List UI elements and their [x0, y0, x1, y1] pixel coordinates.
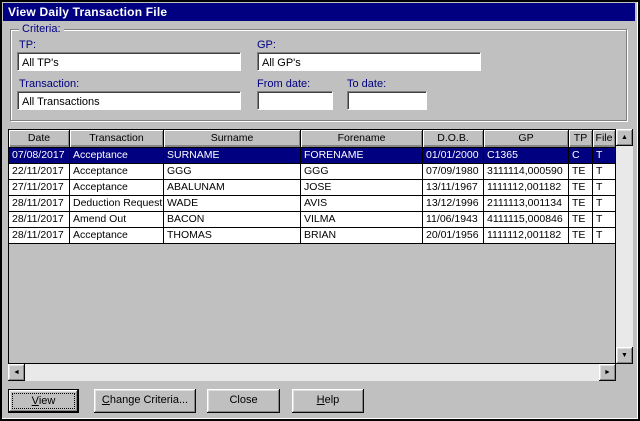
transaction-grid: DateTransactionSurnameForenameD.O.B.GPTP…: [8, 129, 633, 381]
cell: Acceptance: [70, 164, 164, 180]
cell: VILMA: [301, 212, 423, 228]
to-date-label: To date:: [347, 78, 386, 90]
cell: 07/09/1980: [423, 164, 484, 180]
cell: C: [569, 148, 593, 164]
cell: T: [593, 196, 615, 212]
cell: 01/01/2000: [423, 148, 484, 164]
cell: Amend Out: [70, 212, 164, 228]
cell: 28/11/2017: [9, 196, 70, 212]
table-row[interactable]: 27/11/2017AcceptanceABALUNAMJOSE13/11/19…: [9, 180, 615, 196]
cell: THOMAS: [164, 228, 301, 244]
cell: 4111115,000846: [484, 212, 569, 228]
cell: 07/08/2017: [9, 148, 70, 164]
cell: AVIS: [301, 196, 423, 212]
cell: WADE: [164, 196, 301, 212]
tp-input[interactable]: [17, 52, 241, 71]
column-header[interactable]: Transaction: [70, 130, 164, 148]
cell: BACON: [164, 212, 301, 228]
cell: T: [593, 164, 615, 180]
cell: GGG: [301, 164, 423, 180]
cell: 11/06/1943: [423, 212, 484, 228]
cell: T: [593, 180, 615, 196]
view-button[interactable]: View: [8, 389, 79, 413]
cell: SURNAME: [164, 148, 301, 164]
cell: TE: [569, 196, 593, 212]
cell: 1111112,001182: [484, 180, 569, 196]
title-bar: View Daily Transaction File: [3, 3, 635, 21]
close-button[interactable]: Close: [207, 389, 280, 413]
cell: 28/11/2017: [9, 228, 70, 244]
help-button[interactable]: Help: [292, 389, 364, 413]
criteria-group: Criteria: TP: GP: Transaction: From date…: [10, 29, 627, 121]
transaction-label: Transaction:: [19, 78, 79, 90]
cell: Acceptance: [70, 228, 164, 244]
from-date-input[interactable]: [257, 91, 333, 110]
cell: Acceptance: [70, 148, 164, 164]
cell: T: [593, 228, 615, 244]
grid-main: DateTransactionSurnameForenameD.O.B.GPTP…: [8, 129, 616, 364]
cell: 13/11/1967: [423, 180, 484, 196]
cell: GGG: [164, 164, 301, 180]
cell: FORENAME: [301, 148, 423, 164]
cell: TE: [569, 180, 593, 196]
horizontal-scrollbar[interactable]: ◄ ►: [8, 364, 616, 381]
column-header[interactable]: D.O.B.: [423, 130, 484, 148]
vertical-scrollbar[interactable]: ▲ ▼: [616, 129, 633, 364]
scroll-down-icon[interactable]: ▼: [616, 347, 633, 364]
cell: 27/11/2017: [9, 180, 70, 196]
cell: 22/11/2017: [9, 164, 70, 180]
dialog-window: View Daily Transaction File Criteria: TP…: [0, 0, 640, 421]
table-row[interactable]: 22/11/2017AcceptanceGGGGGG07/09/19803111…: [9, 164, 615, 180]
scrollbar-corner: [616, 364, 633, 381]
scroll-right-icon[interactable]: ►: [599, 364, 616, 381]
table-row[interactable]: 28/11/2017Deduction RequestWADEAVIS13/12…: [9, 196, 615, 212]
grid-header: DateTransactionSurnameForenameD.O.B.GPTP…: [9, 130, 615, 148]
scroll-left-icon[interactable]: ◄: [8, 364, 25, 381]
column-header[interactable]: Surname: [164, 130, 301, 148]
cell: ABALUNAM: [164, 180, 301, 196]
criteria-group-label: Criteria:: [19, 23, 64, 35]
tp-label: TP:: [19, 39, 36, 51]
cell: 3111114,000590: [484, 164, 569, 180]
cell: Deduction Request: [70, 196, 164, 212]
gp-label: GP:: [257, 39, 276, 51]
cell: 20/01/1956: [423, 228, 484, 244]
from-date-label: From date:: [257, 78, 310, 90]
transaction-input[interactable]: [17, 91, 241, 110]
cell: 13/12/1996: [423, 196, 484, 212]
cell: TE: [569, 228, 593, 244]
column-header[interactable]: Date: [9, 130, 70, 148]
grid-body: 07/08/2017AcceptanceSURNAMEFORENAME01/01…: [9, 148, 615, 244]
window-title: View Daily Transaction File: [8, 5, 167, 19]
gp-input[interactable]: [257, 52, 481, 71]
cell: BRIAN: [301, 228, 423, 244]
cell: JOSE: [301, 180, 423, 196]
table-row[interactable]: 28/11/2017Amend OutBACONVILMA11/06/19434…: [9, 212, 615, 228]
column-header[interactable]: Forename: [301, 130, 423, 148]
column-header[interactable]: File: [593, 130, 615, 148]
cell: T: [593, 212, 615, 228]
cell: 28/11/2017: [9, 212, 70, 228]
column-header[interactable]: GP: [484, 130, 569, 148]
table-row[interactable]: 07/08/2017AcceptanceSURNAMEFORENAME01/01…: [9, 148, 615, 164]
cell: 2111113,001134: [484, 196, 569, 212]
cell: C1365: [484, 148, 569, 164]
cell: T: [593, 148, 615, 164]
column-header[interactable]: TP: [569, 130, 593, 148]
table-row[interactable]: 28/11/2017AcceptanceTHOMASBRIAN20/01/195…: [9, 228, 615, 244]
scroll-up-icon[interactable]: ▲: [616, 129, 633, 146]
cell: TE: [569, 212, 593, 228]
change-criteria-button[interactable]: Change Criteria...: [94, 389, 196, 413]
to-date-input[interactable]: [347, 91, 427, 110]
cell: TE: [569, 164, 593, 180]
cell: Acceptance: [70, 180, 164, 196]
cell: 1111112,001182: [484, 228, 569, 244]
